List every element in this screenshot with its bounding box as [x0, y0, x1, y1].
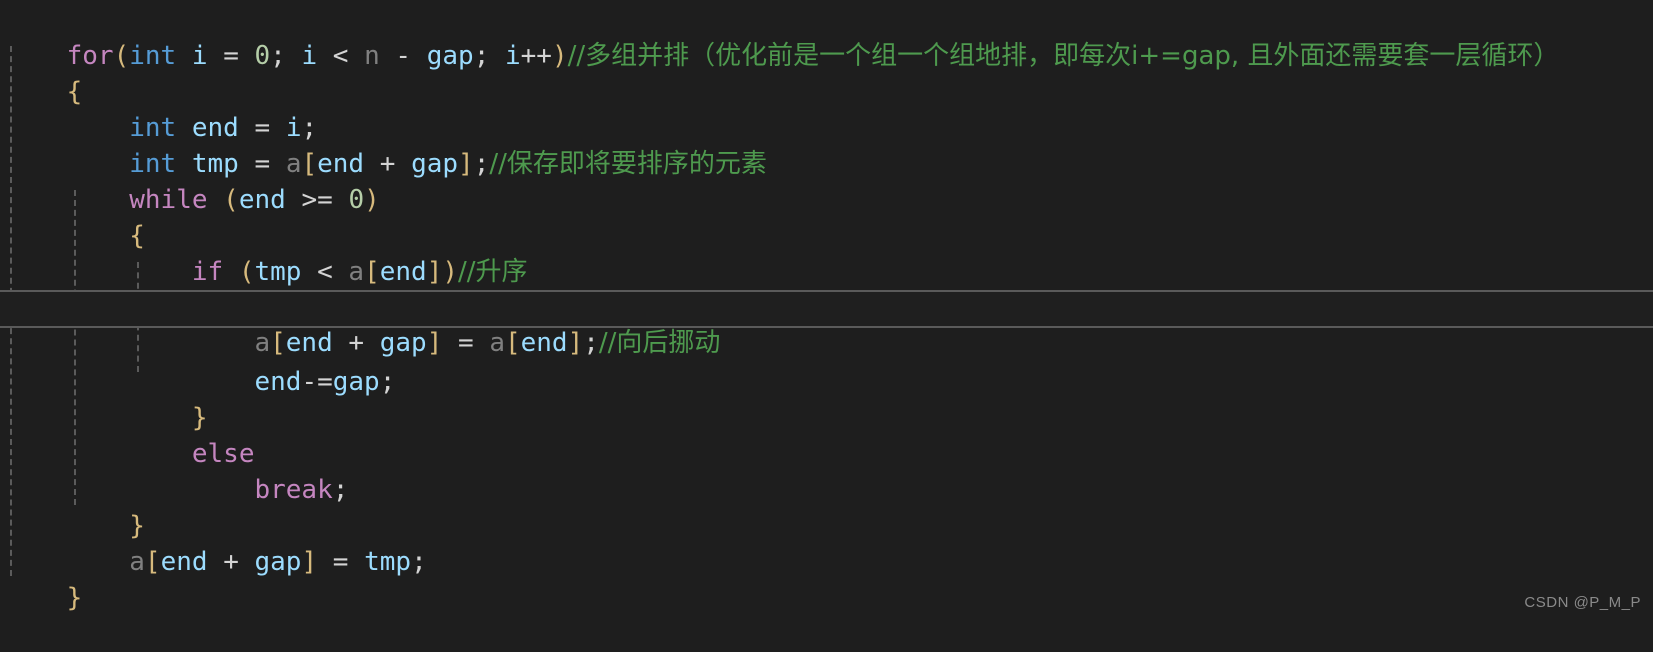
code-line-10[interactable]: end-=gap;: [0, 328, 1653, 397]
watermark: CSDN @P_M_P: [1524, 594, 1641, 611]
code-line-1[interactable]: for(int i = 0; i < n - gap; i++)//多组并排（优…: [0, 2, 1653, 71]
code-line-4[interactable]: int tmp = a[end + gap];//保存即将要排序的元素: [0, 110, 1653, 179]
brace-close-for: }: [66, 583, 83, 613]
code-line-7[interactable]: if (tmp < a[end])//升序: [0, 218, 1653, 287]
code-line-14[interactable]: }: [0, 472, 1653, 541]
code-line-5[interactable]: while (end >= 0): [0, 146, 1653, 215]
code-line-6[interactable]: {: [0, 182, 1653, 251]
code-line-3[interactable]: int end = i;: [0, 74, 1653, 143]
code-line-8[interactable]: {: [0, 254, 1653, 323]
code-line-2[interactable]: {: [0, 38, 1653, 107]
code-line-11[interactable]: }: [0, 364, 1653, 433]
code-line-15[interactable]: a[end + gap] = tmp;: [0, 508, 1653, 577]
code-line-13[interactable]: break;: [0, 436, 1653, 505]
code-editor[interactable]: for(int i = 0; i < n - gap; i++)//多组并排（优…: [0, 0, 1653, 617]
code-line-16[interactable]: }: [0, 544, 1653, 613]
code-line-9-current[interactable]: a[end + gap] = a[end];//向后挪动: [0, 290, 1653, 358]
code-line-12[interactable]: else: [0, 400, 1653, 469]
